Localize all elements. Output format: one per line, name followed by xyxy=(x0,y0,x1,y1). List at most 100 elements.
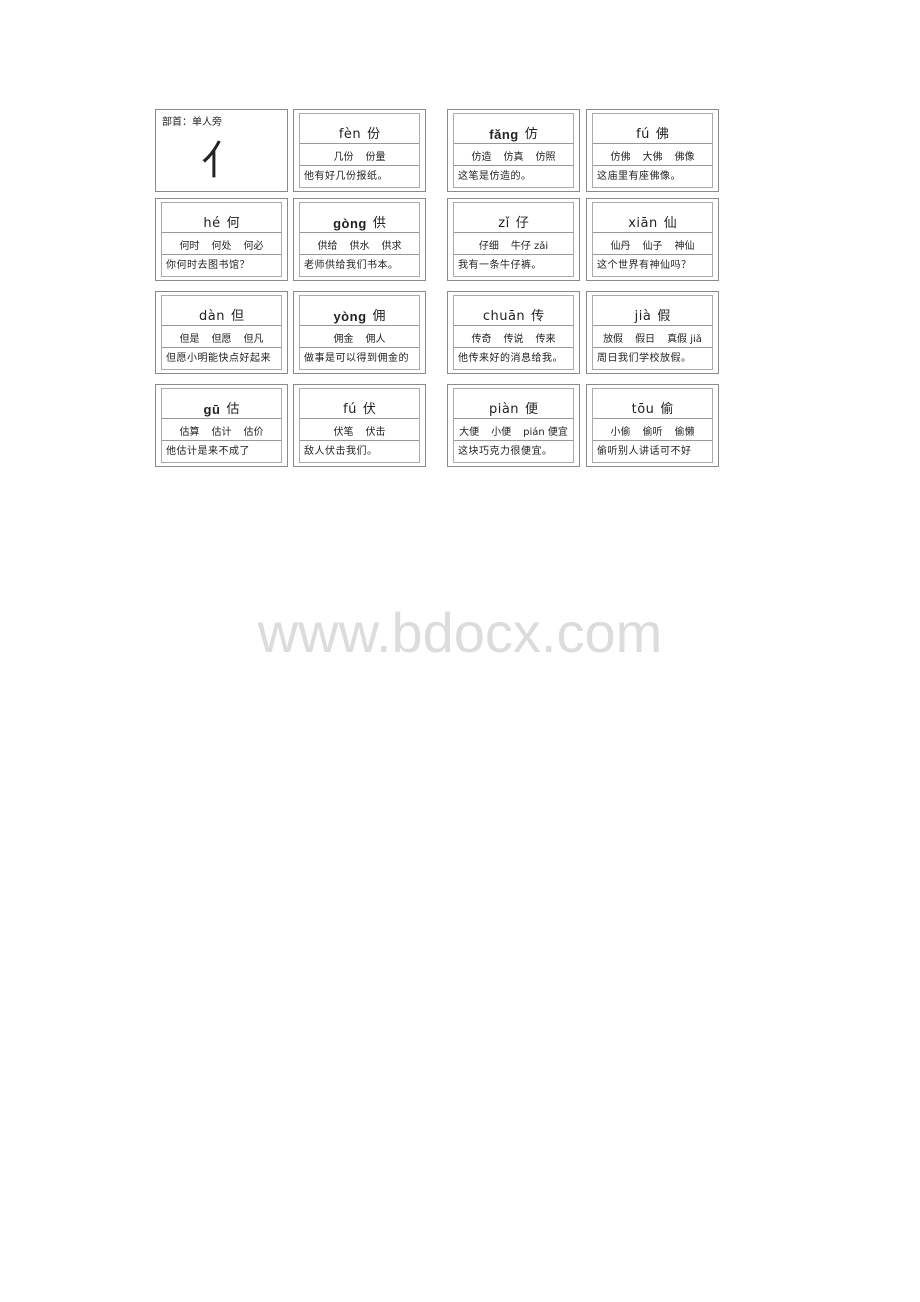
character: 传 xyxy=(531,309,545,324)
card-header: fèn 份 xyxy=(300,114,419,144)
words-row: 放假 假日 真假 jiǎ xyxy=(593,326,712,348)
word: 但是 xyxy=(179,334,200,345)
pinyin: dàn xyxy=(199,309,225,324)
word: 偷懒 xyxy=(674,427,695,438)
character-card: fú 佛 仿佛 大佛 佛像 这庙里有座佛像。 xyxy=(586,109,719,192)
character: 估 xyxy=(226,402,240,417)
pinyin: chuān xyxy=(482,309,526,324)
word: 伏笔 xyxy=(333,427,354,438)
character-card: dàn 但 但是 但愿 但凡 但愿小明能快点好起来 xyxy=(155,291,288,374)
character-card: chuān 传 传奇 传说 传来 他传来好的消息给我。 xyxy=(447,291,580,374)
word: 传奇 xyxy=(471,334,492,345)
word: 放假 xyxy=(603,334,624,345)
card-header: chuān 传 xyxy=(454,296,573,326)
pinyin: gòng xyxy=(333,216,367,231)
example-sentence: 这个世界有神仙吗？ xyxy=(597,260,692,271)
pinyin: zǐ xyxy=(498,216,510,231)
word: 传说 xyxy=(503,334,524,345)
card-inner: xiān 仙 仙丹 仙子 神仙 这个世界有神仙吗？ xyxy=(592,202,713,277)
card-inner: hé 何 何时 何处 何必 你何时去图书馆？ xyxy=(161,202,282,277)
card-header: yòng 佣 xyxy=(300,296,419,326)
card-inner: fǎng 仿 仿造 仿真 仿照 这笔是仿造的。 xyxy=(453,113,574,188)
words-row: 仿佛 大佛 佛像 xyxy=(593,144,712,166)
pinyin: fǎng xyxy=(489,127,519,142)
word: 大佛 xyxy=(642,152,663,163)
word: 小便 xyxy=(491,427,512,438)
character-card: fǎng 仿 仿造 仿真 仿照 这笔是仿造的。 xyxy=(447,109,580,192)
character-card: hé 何 何时 何处 何必 你何时去图书馆？ xyxy=(155,198,288,281)
card-inner: fèn 份 几份 份量 他有好几份报纸。 xyxy=(299,113,420,188)
words-row: 佣金 佣人 xyxy=(300,326,419,348)
card-header: zǐ 仔 xyxy=(454,203,573,233)
card-inner: fú 佛 仿佛 大佛 佛像 这庙里有座佛像。 xyxy=(592,113,713,188)
word: 但愿 xyxy=(211,334,232,345)
character-card: fèn 份 几份 份量 他有好几份报纸。 xyxy=(293,109,426,192)
character: 假 xyxy=(657,309,671,324)
word: 佛像 xyxy=(674,152,695,163)
example-sentence: 但愿小明能快点好起来 xyxy=(166,353,271,364)
character-card: piàn 便 大便 小便 pián 便宜 这块巧克力很便宜。 xyxy=(447,384,580,467)
words-row: 但是 但愿 但凡 xyxy=(162,326,281,348)
character: 便 xyxy=(525,402,539,417)
example-sentence: 这庙里有座佛像。 xyxy=(597,171,681,182)
word: 仿佛 xyxy=(610,152,631,163)
words-row: 仿造 仿真 仿照 xyxy=(454,144,573,166)
example-sentence: 他传来好的消息给我。 xyxy=(458,353,563,364)
character: 佛 xyxy=(655,127,669,142)
word: pián 便宜 xyxy=(523,427,568,438)
card-header: fú 伏 xyxy=(300,389,419,419)
example-sentence: 他有好几份报纸。 xyxy=(304,171,388,182)
card-inner: jià 假 放假 假日 真假 jiǎ 周日我们学校放假。 xyxy=(592,295,713,370)
card-inner: yòng 佣 佣金 佣人 做事是可以得到佣金的 xyxy=(299,295,420,370)
word: 大便 xyxy=(459,427,480,438)
pinyin: hé xyxy=(203,216,221,231)
word: 供水 xyxy=(349,241,370,252)
pinyin: fèn xyxy=(338,127,362,142)
words-row: 何时 何处 何必 xyxy=(162,233,281,255)
card-header: piàn 便 xyxy=(454,389,573,419)
character-card: jià 假 放假 假日 真假 jiǎ 周日我们学校放假。 xyxy=(586,291,719,374)
pinyin: fú xyxy=(636,127,650,142)
word: 神仙 xyxy=(674,241,695,252)
pinyin: xiān xyxy=(628,216,658,231)
pinyin: tōu xyxy=(631,402,655,417)
word: 估价 xyxy=(243,427,264,438)
word: 几份 xyxy=(333,152,354,163)
word: 仿真 xyxy=(503,152,524,163)
word: 佣人 xyxy=(365,334,386,345)
character: 仙 xyxy=(663,216,677,231)
example-sentence: 他估计是来不成了 xyxy=(166,446,250,457)
word: 牛仔 zǎi xyxy=(510,241,549,252)
pinyin: jià xyxy=(634,309,652,324)
example-sentence: 老师供给我们书本。 xyxy=(304,260,399,271)
radical-card: 部首：单人旁 亻 xyxy=(155,109,288,192)
card-header: jià 假 xyxy=(593,296,712,326)
card-header: fú 佛 xyxy=(593,114,712,144)
card-header: tōu 偷 xyxy=(593,389,712,419)
words-row: 仔细 牛仔 zǎi xyxy=(454,233,573,255)
word: 仔细 xyxy=(478,241,499,252)
character: 供 xyxy=(372,216,386,231)
words-row: 小偷 偷听 偷懒 xyxy=(593,419,712,441)
character: 份 xyxy=(367,127,381,142)
character-card: gòng 供 供给 供水 供求 老师供给我们书本。 xyxy=(293,198,426,281)
card-inner: dàn 但 但是 但愿 但凡 但愿小明能快点好起来 xyxy=(161,295,282,370)
word: 仙丹 xyxy=(610,241,631,252)
example-sentence: 周日我们学校放假。 xyxy=(597,353,692,364)
words-row: 几份 份量 xyxy=(300,144,419,166)
character-card: xiān 仙 仙丹 仙子 神仙 这个世界有神仙吗？ xyxy=(586,198,719,281)
radical-label: 部首：单人旁 xyxy=(162,117,222,128)
words-row: 传奇 传说 传来 xyxy=(454,326,573,348)
card-inner: piàn 便 大便 小便 pián 便宜 这块巧克力很便宜。 xyxy=(453,388,574,463)
card-inner: fú 伏 伏笔 伏击 敌人伏击我们。 xyxy=(299,388,420,463)
words-row: 伏笔 伏击 xyxy=(300,419,419,441)
card-header: dàn 但 xyxy=(162,296,281,326)
example-sentence: 这笔是仿造的。 xyxy=(458,171,532,182)
words-row: 仙丹 仙子 神仙 xyxy=(593,233,712,255)
pinyin: piàn xyxy=(488,402,520,417)
word: 小偷 xyxy=(610,427,631,438)
word: 供给 xyxy=(317,241,338,252)
word: 仿照 xyxy=(535,152,556,163)
words-row: 估算 估计 估价 xyxy=(162,419,281,441)
example-sentence: 偷听别人讲话可不好 xyxy=(597,446,692,457)
